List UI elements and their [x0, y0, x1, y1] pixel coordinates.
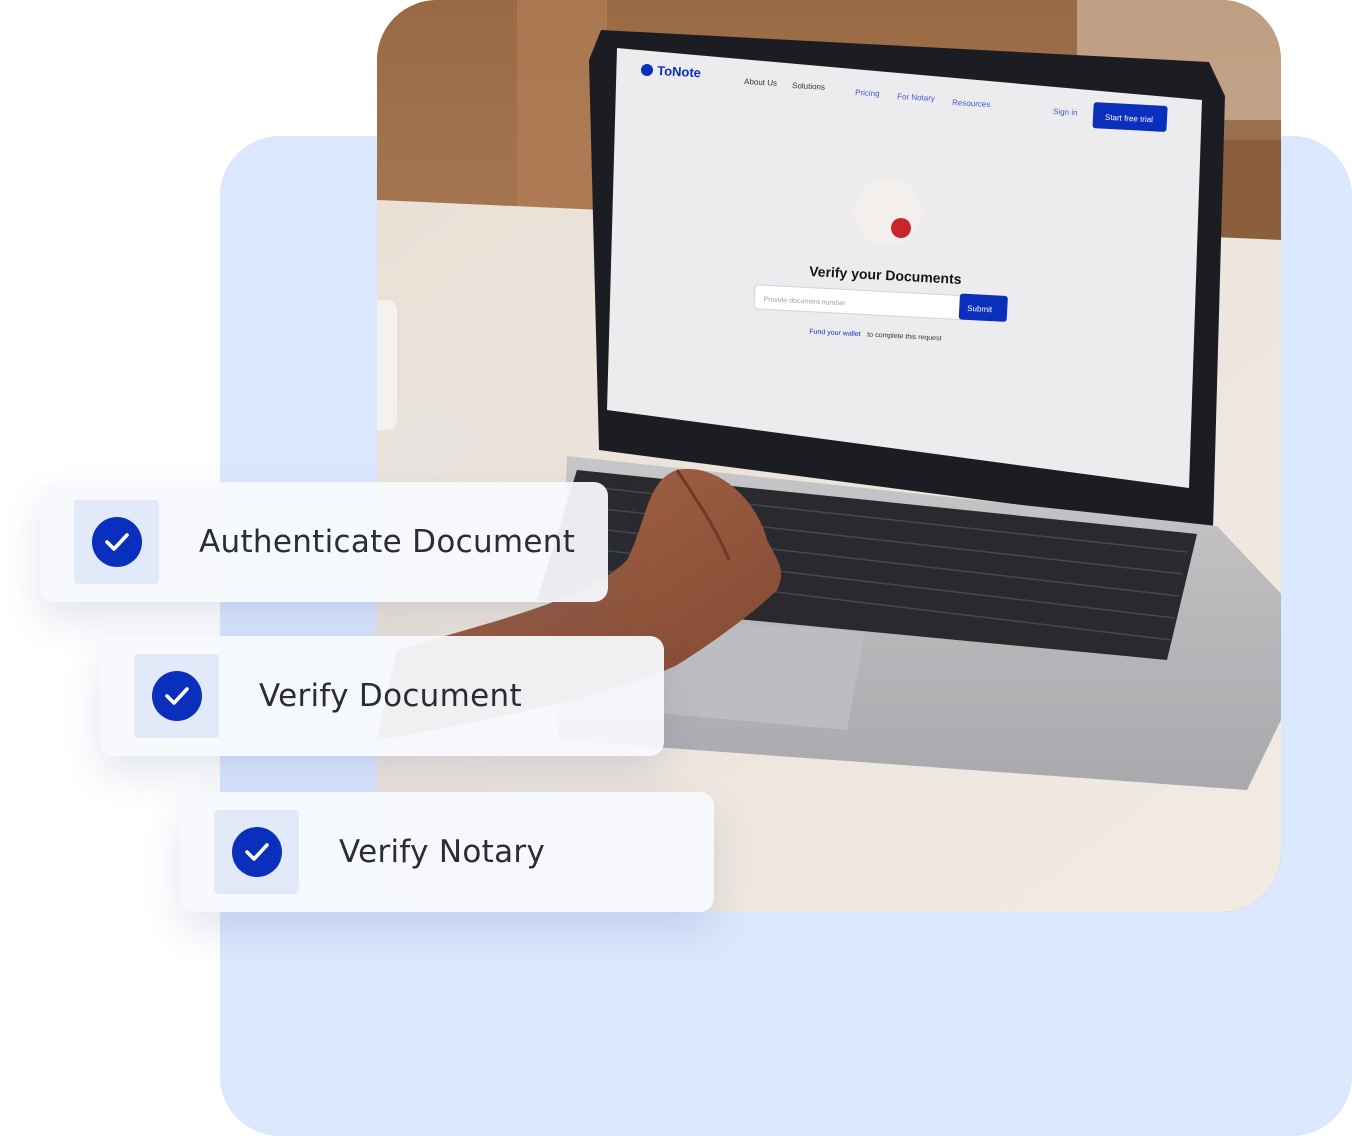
sign-in-link[interactable]: Sign in [1053, 107, 1078, 117]
laptop-photo: ToNote About Us Solutions Pricing For No… [377, 0, 1281, 912]
feature-card-authenticate: Authenticate Document [40, 482, 608, 602]
check-icon [91, 517, 142, 567]
feature-label: Verify Document [259, 678, 522, 714]
check-tile [74, 500, 159, 584]
feature-label: Verify Notary [339, 834, 546, 870]
brand-name: ToNote [657, 63, 702, 80]
nav-solutions[interactable]: Solutions [792, 81, 825, 92]
check-tile [214, 810, 299, 894]
submit-label: Submit [967, 304, 993, 314]
check-tile [134, 654, 219, 738]
hero-illustration: ToNote About Us Solutions Pricing For No… [0, 0, 1352, 1136]
seal-image [854, 178, 922, 246]
feature-card-verify-notary: Verify Notary [180, 792, 714, 912]
brand-logo-icon [641, 64, 653, 76]
nav-pricing[interactable]: Pricing [855, 88, 880, 98]
feature-card-verify-document: Verify Document [100, 636, 664, 756]
nav-about[interactable]: About Us [744, 77, 777, 88]
check-icon [151, 671, 202, 721]
feature-label: Authenticate Document [199, 524, 576, 560]
check-icon [231, 827, 282, 877]
